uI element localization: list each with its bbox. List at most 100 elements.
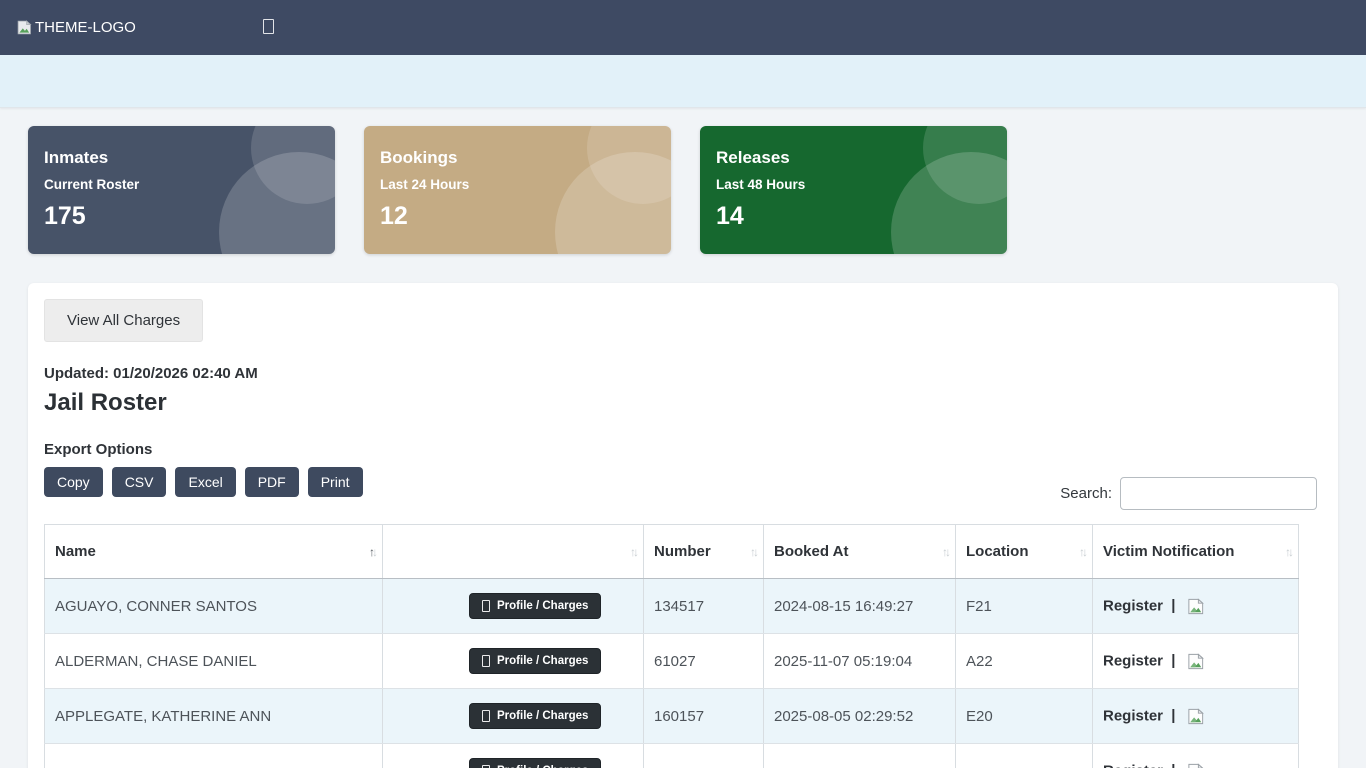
export-options-heading: Export Options <box>44 441 1318 458</box>
victim-notification-cell: Register | <box>1093 744 1299 768</box>
broken-image-icon[interactable] <box>1186 597 1206 616</box>
stat-card-value: 12 <box>380 202 655 231</box>
stat-card-title: Inmates <box>44 148 319 168</box>
jail-roster-card: View All Charges Updated: 01/20/2026 02:… <box>28 283 1338 768</box>
sort-icons: ↑↓ <box>942 545 948 559</box>
search-label: Search: <box>1060 485 1112 502</box>
actions-cell: Profile / Charges <box>383 579 644 634</box>
sort-desc-icon: ↓ <box>633 545 636 559</box>
column-header-actions[interactable]: ↑↓ <box>383 525 644 579</box>
column-header-location[interactable]: Location ↑↓ <box>956 525 1093 579</box>
stat-card-subtitle: Current Roster <box>44 177 319 192</box>
table-header-row: Name ↑↓ ↑↓ Number ↑↓ Booked At ↑↓ Locati… <box>45 525 1299 579</box>
profile-charges-button[interactable]: Profile / Charges <box>469 703 601 729</box>
missing-glyph-icon <box>263 19 274 34</box>
inmate-name: AGUAYO, CONNER SANTOS <box>45 579 383 634</box>
column-header-number[interactable]: Number ↑↓ <box>644 525 764 579</box>
register-separator: | <box>1171 597 1175 614</box>
actions-cell: Profile / Charges <box>383 634 644 689</box>
inmate-location: F21 <box>956 579 1093 634</box>
actions-cell: Profile / Charges <box>383 689 644 744</box>
export-copy-button[interactable]: Copy <box>44 467 103 497</box>
table-row: Profile / Charges Register | <box>45 744 1299 768</box>
register-link[interactable]: Register <box>1103 597 1163 614</box>
broken-image-icon <box>16 19 33 36</box>
stat-card-row: Inmates Current Roster 175 Bookings Last… <box>0 108 1366 254</box>
missing-glyph-icon <box>482 710 490 722</box>
column-header-booked-at[interactable]: Booked At ↑↓ <box>764 525 956 579</box>
inmate-location: E20 <box>956 689 1093 744</box>
export-excel-button[interactable]: Excel <box>175 467 235 497</box>
broken-image-icon[interactable] <box>1186 652 1206 671</box>
stat-card-inmates: Inmates Current Roster 175 <box>28 126 335 254</box>
inmate-name <box>45 744 383 768</box>
search-input[interactable] <box>1120 477 1317 510</box>
missing-glyph-icon <box>482 600 490 612</box>
sort-icons: ↑↓ <box>1285 545 1291 559</box>
sort-icons: ↑↓ <box>1079 545 1085 559</box>
profile-charges-button[interactable]: Profile / Charges <box>469 648 601 674</box>
stat-card-value: 175 <box>44 202 319 231</box>
victim-notification-cell: Register | <box>1093 634 1299 689</box>
booked-at <box>764 744 956 768</box>
inmate-location: A22 <box>956 634 1093 689</box>
export-print-button[interactable]: Print <box>308 467 363 497</box>
sort-desc-icon: ↓ <box>753 545 756 559</box>
inmate-number: 134517 <box>644 579 764 634</box>
sort-icons: ↑↓ <box>369 545 375 559</box>
inmate-number: 160157 <box>644 689 764 744</box>
sort-desc-icon: ↓ <box>372 545 375 559</box>
sort-icons: ↑↓ <box>750 545 756 559</box>
stat-card-title: Releases <box>716 148 991 168</box>
victim-notification-cell: Register | <box>1093 579 1299 634</box>
updated-timestamp: Updated: 01/20/2026 02:40 AM <box>44 365 1318 382</box>
top-navbar: THEME-LOGO <box>0 0 1366 55</box>
missing-glyph-icon <box>482 655 490 667</box>
column-header-name[interactable]: Name ↑↓ <box>45 525 383 579</box>
brand-logo[interactable]: THEME-LOGO <box>16 19 136 36</box>
menu-toggle-button[interactable] <box>263 19 274 37</box>
actions-cell: Profile / Charges <box>383 744 644 768</box>
profile-charges-button[interactable]: Profile / Charges <box>469 593 601 619</box>
stat-card-subtitle: Last 48 Hours <box>716 177 991 192</box>
sort-desc-icon: ↓ <box>945 545 948 559</box>
stat-card-subtitle: Last 24 Hours <box>380 177 655 192</box>
register-link[interactable]: Register <box>1103 762 1163 768</box>
stat-card-value: 14 <box>716 202 991 231</box>
table-row: AGUAYO, CONNER SANTOS Profile / Charges … <box>45 579 1299 634</box>
profile-charges-label: Profile / Charges <box>497 600 588 612</box>
register-link[interactable]: Register <box>1103 652 1163 669</box>
register-separator: | <box>1171 762 1175 768</box>
stat-card-releases: Releases Last 48 Hours 14 <box>700 126 1007 254</box>
profile-charges-button[interactable]: Profile / Charges <box>469 758 601 768</box>
booked-at: 2025-08-05 02:29:52 <box>764 689 956 744</box>
export-pdf-button[interactable]: PDF <box>245 467 299 497</box>
page-title: Jail Roster <box>44 389 1318 417</box>
table-row: APPLEGATE, KATHERINE ANN Profile / Charg… <box>45 689 1299 744</box>
inmate-location <box>956 744 1093 768</box>
booked-at: 2024-08-15 16:49:27 <box>764 579 956 634</box>
sort-desc-icon: ↓ <box>1288 545 1291 559</box>
inmate-number <box>644 744 764 768</box>
table-search: Search: <box>1060 477 1317 510</box>
sort-icons: ↑↓ <box>630 545 636 559</box>
profile-charges-label: Profile / Charges <box>497 655 588 667</box>
stat-card-bookings: Bookings Last 24 Hours 12 <box>364 126 671 254</box>
broken-image-icon[interactable] <box>1186 707 1206 726</box>
table-body: AGUAYO, CONNER SANTOS Profile / Charges … <box>45 579 1299 768</box>
jail-roster-table: Name ↑↓ ↑↓ Number ↑↓ Booked At ↑↓ Locati… <box>44 524 1299 768</box>
sort-desc-icon: ↓ <box>1082 545 1085 559</box>
booked-at: 2025-11-07 05:19:04 <box>764 634 956 689</box>
export-csv-button[interactable]: CSV <box>112 467 167 497</box>
profile-charges-label: Profile / Charges <box>497 710 588 722</box>
inmate-name: APPLEGATE, KATHERINE ANN <box>45 689 383 744</box>
brand-logo-alt-text: THEME-LOGO <box>35 19 136 36</box>
register-link[interactable]: Register <box>1103 707 1163 724</box>
inmate-name: ALDERMAN, CHASE DANIEL <box>45 634 383 689</box>
broken-image-icon[interactable] <box>1186 762 1206 768</box>
register-separator: | <box>1171 707 1175 724</box>
view-all-charges-button[interactable]: View All Charges <box>44 299 203 342</box>
inmate-number: 61027 <box>644 634 764 689</box>
column-header-victim-notification[interactable]: Victim Notification ↑↓ <box>1093 525 1299 579</box>
victim-notification-cell: Register | <box>1093 689 1299 744</box>
